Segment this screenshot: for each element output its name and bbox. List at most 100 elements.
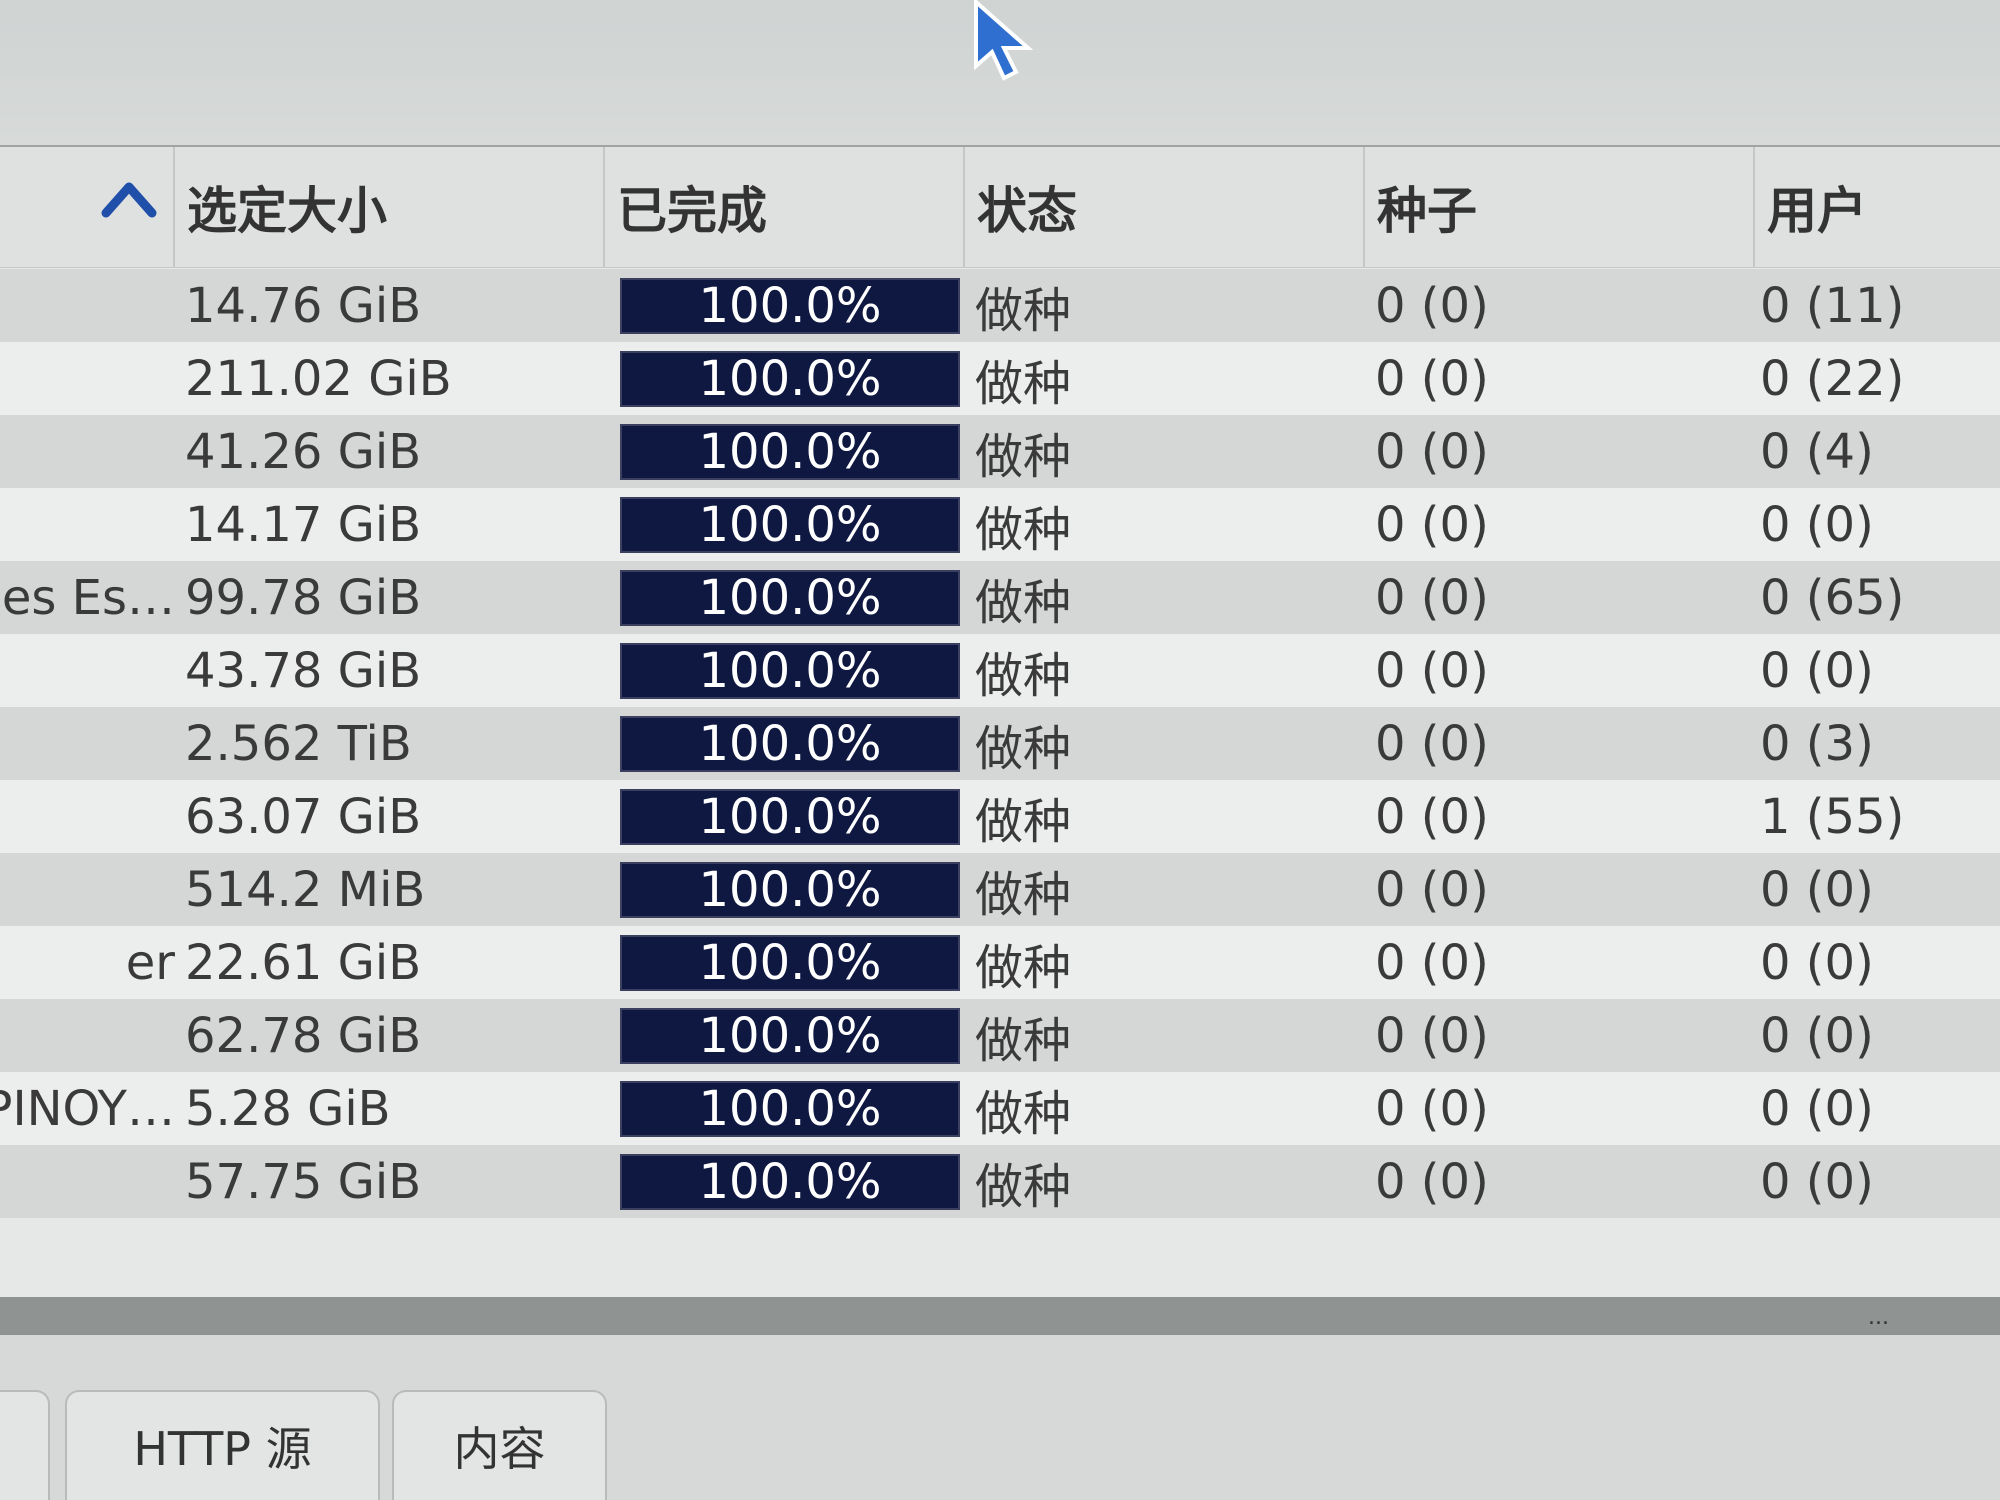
progress-bar: 100.0% bbox=[620, 861, 960, 918]
progress-bar: 100.0% bbox=[620, 350, 960, 407]
cell-seeds: 0 (0) bbox=[1375, 1007, 1489, 1064]
cell-done: 100.0% bbox=[620, 853, 960, 926]
cell-peers: 0 (0) bbox=[1760, 642, 1874, 699]
cell-status: 做种 bbox=[975, 939, 1072, 996]
cell-name bbox=[0, 269, 175, 342]
cell-name bbox=[0, 342, 175, 415]
table-row[interactable]: 14.17 GiB 100.0% 做种 0 (0) 0 (0) bbox=[0, 488, 2000, 561]
cell-status: 做种 bbox=[975, 355, 1072, 412]
tab-left-partial[interactable] bbox=[0, 1390, 50, 1500]
cell-name bbox=[0, 780, 175, 853]
progress-bar: 100.0% bbox=[620, 1007, 960, 1064]
panel-splitter[interactable]: ... bbox=[0, 1297, 2000, 1335]
table-row[interactable]: 62.78 GiB 100.0% 做种 0 (0) 0 (0) bbox=[0, 999, 2000, 1072]
table-row[interactable]: 41.26 GiB 100.0% 做种 0 (0) 0 (4) bbox=[0, 415, 2000, 488]
cell-done: 100.0% bbox=[620, 1072, 960, 1145]
cell-name bbox=[0, 415, 175, 488]
table-row[interactable]: 63.07 GiB 100.0% 做种 0 (0) 1 (55) bbox=[0, 780, 2000, 853]
cell-name: es Es… bbox=[1, 569, 175, 626]
cell-done: 100.0% bbox=[620, 780, 960, 853]
cell-done: 100.0% bbox=[620, 415, 960, 488]
cell-status: 做种 bbox=[975, 428, 1072, 485]
table-row[interactable]: 514.2 MiB 100.0% 做种 0 (0) 0 (0) bbox=[0, 853, 2000, 926]
cell-seeds: 0 (0) bbox=[1375, 277, 1489, 334]
cell-done: 100.0% bbox=[620, 561, 960, 634]
chevron-up-icon[interactable] bbox=[100, 179, 158, 219]
tab-content[interactable]: 内容 bbox=[392, 1390, 607, 1500]
table-row[interactable]: 57.75 GiB 100.0% 做种 0 (0) 0 (0) bbox=[0, 1145, 2000, 1218]
cell-peers: 0 (0) bbox=[1760, 1007, 1874, 1064]
table-row[interactable]: 43.78 GiB 100.0% 做种 0 (0) 0 (0) bbox=[0, 634, 2000, 707]
table-row[interactable]: 211.02 GiB 100.0% 做种 0 (0) 0 (22) bbox=[0, 342, 2000, 415]
cell-seeds: 0 (0) bbox=[1375, 1080, 1489, 1137]
cell-size: 14.76 GiB bbox=[185, 277, 422, 334]
progress-bar: 100.0% bbox=[620, 788, 960, 845]
cell-peers: 0 (0) bbox=[1760, 496, 1874, 553]
cell-size: 2.562 TiB bbox=[185, 715, 412, 772]
cell-size: 514.2 MiB bbox=[185, 861, 426, 918]
cell-seeds: 0 (0) bbox=[1375, 642, 1489, 699]
cell-size: 22.61 GiB bbox=[185, 934, 422, 991]
cell-seeds: 0 (0) bbox=[1375, 861, 1489, 918]
column-header-peers[interactable]: 用户 bbox=[1755, 147, 2000, 267]
cell-done: 100.0% bbox=[620, 488, 960, 561]
cell-seeds: 0 (0) bbox=[1375, 715, 1489, 772]
cell-status: 做种 bbox=[975, 793, 1072, 850]
progress-bar: 100.0% bbox=[620, 715, 960, 772]
cell-peers: 0 (4) bbox=[1760, 423, 1874, 480]
cell-peers: 0 (22) bbox=[1760, 350, 1905, 407]
tab-http-sources[interactable]: HTTP 源 bbox=[65, 1390, 380, 1500]
cell-done: 100.0% bbox=[620, 634, 960, 707]
column-header-size[interactable]: 选定大小 bbox=[175, 147, 605, 267]
cell-size: 41.26 GiB bbox=[185, 423, 422, 480]
cell-peers: 0 (0) bbox=[1760, 934, 1874, 991]
table-row[interactable]: 14.76 GiB 100.0% 做种 0 (0) 0 (11) bbox=[0, 269, 2000, 342]
cell-name: PINOY… bbox=[0, 1080, 175, 1137]
cell-seeds: 0 (0) bbox=[1375, 496, 1489, 553]
toolbar-area bbox=[0, 0, 2000, 147]
table-row[interactable]: 2.562 TiB 100.0% 做种 0 (0) 0 (3) bbox=[0, 707, 2000, 780]
mouse-pointer-icon bbox=[974, 0, 1034, 81]
cell-peers: 0 (0) bbox=[1760, 861, 1874, 918]
cell-peers: 0 (0) bbox=[1760, 1080, 1874, 1137]
cell-peers: 1 (55) bbox=[1760, 788, 1905, 845]
cell-size: 211.02 GiB bbox=[185, 350, 452, 407]
cell-name: er bbox=[125, 934, 175, 991]
cell-status: 做种 bbox=[975, 501, 1072, 558]
cell-size: 43.78 GiB bbox=[185, 642, 422, 699]
cell-seeds: 0 (0) bbox=[1375, 350, 1489, 407]
cell-seeds: 0 (0) bbox=[1375, 934, 1489, 991]
cell-size: 57.75 GiB bbox=[185, 1153, 422, 1210]
cell-name bbox=[0, 1145, 175, 1218]
progress-bar: 100.0% bbox=[620, 1080, 960, 1137]
cell-size: 63.07 GiB bbox=[185, 788, 422, 845]
cell-done: 100.0% bbox=[620, 269, 960, 342]
progress-bar: 100.0% bbox=[620, 277, 960, 334]
more-icon[interactable]: ... bbox=[1868, 1305, 1889, 1330]
column-header-seeds[interactable]: 种子 bbox=[1365, 147, 1755, 267]
cell-done: 100.0% bbox=[620, 999, 960, 1072]
table-row[interactable]: er 22.61 GiB 100.0% 做种 0 (0) 0 (0) bbox=[0, 926, 2000, 999]
cell-status: 做种 bbox=[975, 866, 1072, 923]
cell-peers: 0 (3) bbox=[1760, 715, 1874, 772]
cell-size: 5.28 GiB bbox=[185, 1080, 391, 1137]
table-header: 选定大小 已完成 状态 种子 用户 bbox=[0, 147, 2000, 268]
progress-bar: 100.0% bbox=[620, 423, 960, 480]
cell-status: 做种 bbox=[975, 1085, 1072, 1142]
cell-status: 做种 bbox=[975, 720, 1072, 777]
table-row[interactable]: es Es… 99.78 GiB 100.0% 做种 0 (0) 0 (65) bbox=[0, 561, 2000, 634]
cell-status: 做种 bbox=[975, 574, 1072, 631]
progress-bar: 100.0% bbox=[620, 496, 960, 553]
cell-size: 62.78 GiB bbox=[185, 1007, 422, 1064]
cell-name bbox=[0, 634, 175, 707]
column-header-done[interactable]: 已完成 bbox=[605, 147, 965, 267]
progress-bar: 100.0% bbox=[620, 642, 960, 699]
cell-status: 做种 bbox=[975, 1158, 1072, 1215]
cell-peers: 0 (0) bbox=[1760, 1153, 1874, 1210]
cell-name bbox=[0, 707, 175, 780]
table-row[interactable]: PINOY… 5.28 GiB 100.0% 做种 0 (0) 0 (0) bbox=[0, 1072, 2000, 1145]
cell-seeds: 0 (0) bbox=[1375, 788, 1489, 845]
cell-status: 做种 bbox=[975, 647, 1072, 704]
column-header-status[interactable]: 状态 bbox=[965, 147, 1365, 267]
cell-status: 做种 bbox=[975, 282, 1072, 339]
